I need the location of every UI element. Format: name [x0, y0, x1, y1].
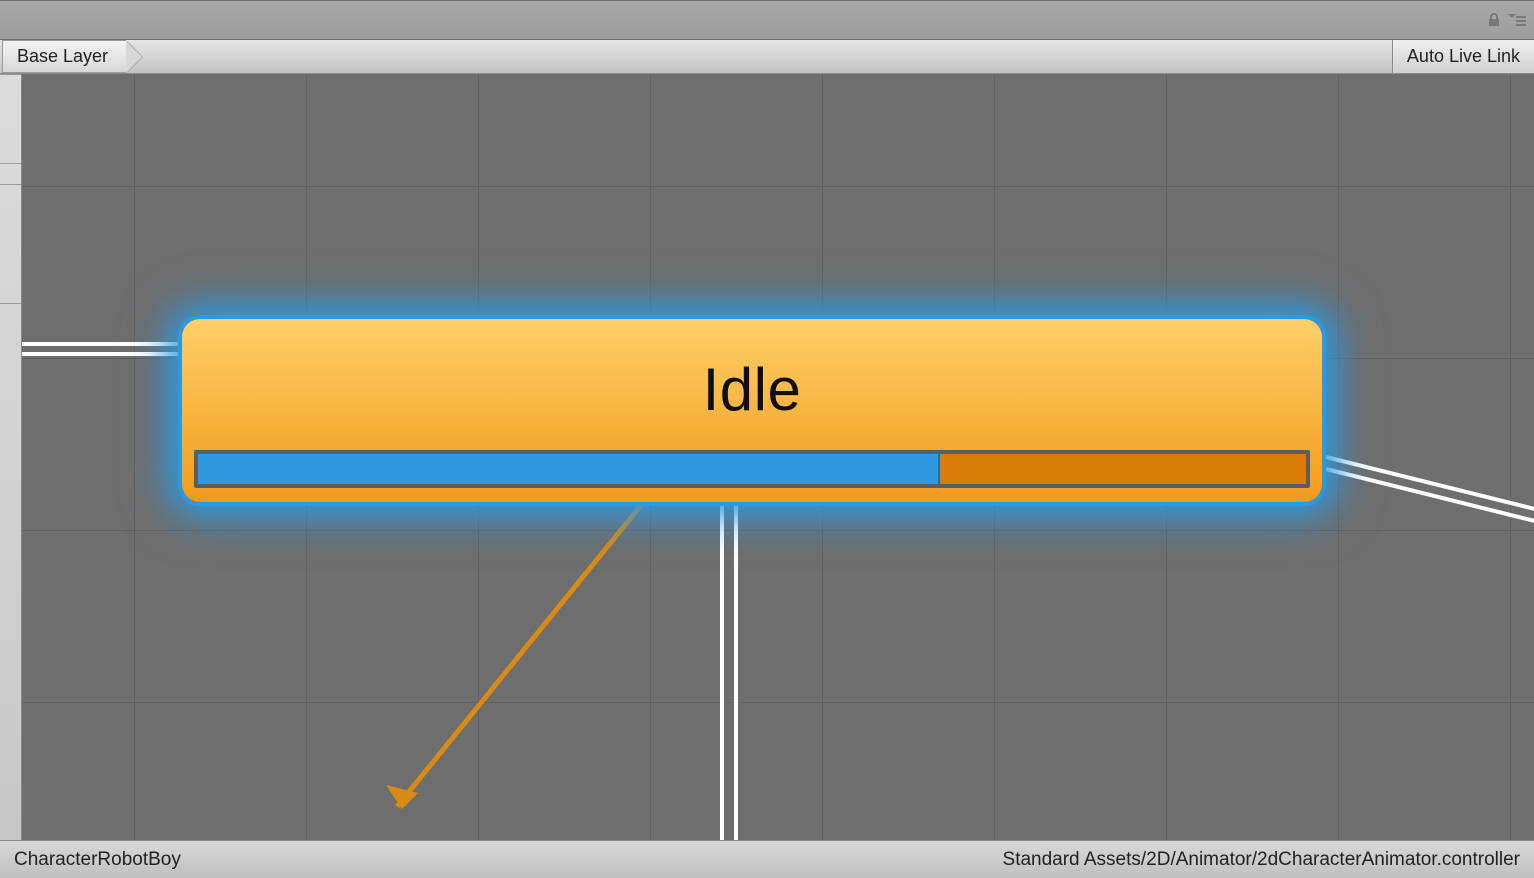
- side-rail-section: [0, 184, 21, 304]
- state-progress-track: [194, 450, 1310, 488]
- status-object-name: CharacterRobotBoy: [14, 849, 181, 871]
- layer-breadcrumb-bar: Base Layer Auto Live Link: [0, 40, 1534, 74]
- side-rail-section: [0, 74, 21, 164]
- breadcrumb-label: Base Layer: [17, 46, 108, 67]
- state-node-idle[interactable]: Idle: [182, 319, 1322, 502]
- transition-edge[interactable]: [720, 474, 724, 840]
- window-toolbar: [0, 0, 1534, 40]
- transition-edge[interactable]: [734, 474, 738, 840]
- state-progress-fill: [198, 454, 940, 484]
- transition-edge[interactable]: [22, 352, 182, 356]
- layers-side-rail[interactable]: [0, 74, 22, 840]
- breadcrumb-base-layer[interactable]: Base Layer: [2, 40, 126, 73]
- auto-live-link-button[interactable]: Auto Live Link: [1392, 40, 1534, 73]
- state-node-title: Idle: [194, 355, 1310, 424]
- transition-edge[interactable]: [22, 342, 182, 346]
- transition-arrowhead-icon: [382, 781, 422, 811]
- auto-live-link-label: Auto Live Link: [1407, 46, 1520, 67]
- graph-area: Idle: [0, 74, 1534, 840]
- status-asset-path: Standard Assets/2D/Animator/2dCharacterA…: [1003, 849, 1520, 871]
- panel-menu-icon[interactable]: [1508, 12, 1526, 28]
- status-bar: CharacterRobotBoy Standard Assets/2D/Ani…: [0, 840, 1534, 878]
- animator-graph-canvas[interactable]: Idle: [22, 74, 1534, 840]
- lock-icon: [1486, 12, 1502, 28]
